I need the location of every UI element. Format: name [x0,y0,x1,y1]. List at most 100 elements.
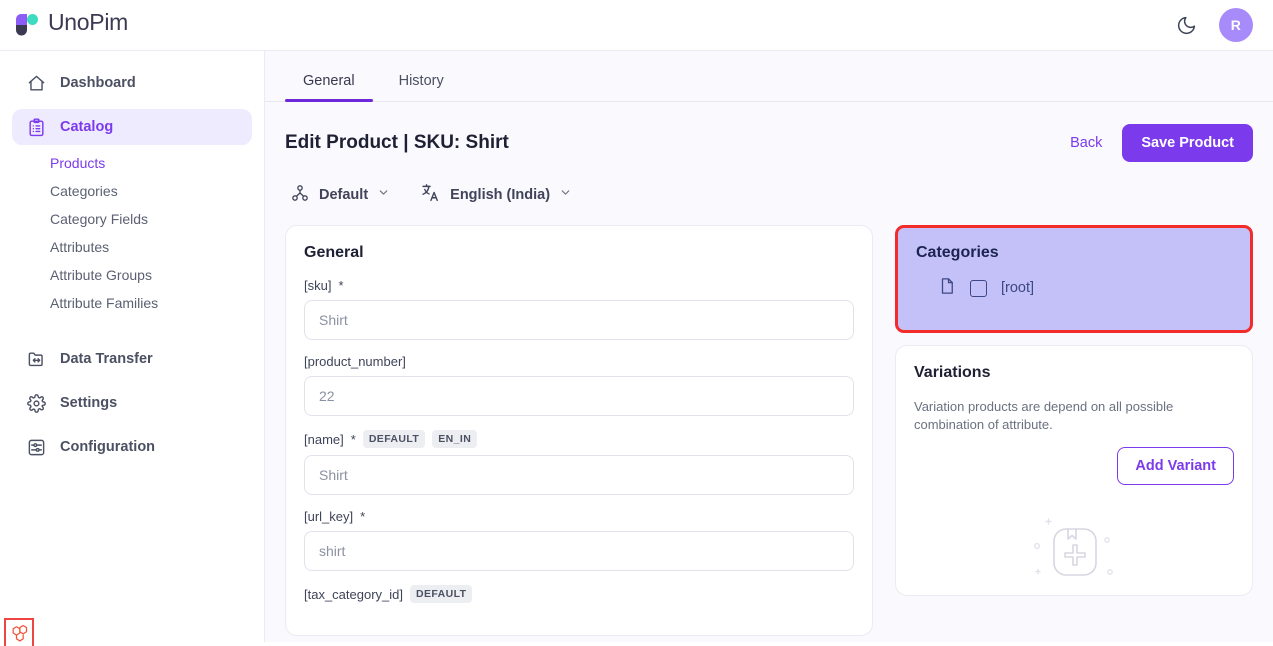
sidebar-item-attribute-families[interactable]: Attribute Families [0,289,264,317]
sidebar-item-label: Settings [60,395,117,411]
field-label-text: [url_key] [304,509,353,524]
scope-selectors: Default English (India) [265,162,1273,207]
sidebar-item-categories[interactable]: Categories [0,177,264,205]
sidebar-item-dashboard[interactable]: Dashboard [12,65,252,101]
scope-badge-default: DEFAULT [363,430,425,448]
subnav-label: Attribute Groups [50,267,152,283]
sidebar-item-catalog[interactable]: Catalog [12,109,252,145]
tab-general[interactable]: General [285,73,373,101]
field-label: [sku] * [304,278,854,293]
subnav-label: Attributes [50,239,109,255]
gear-icon [26,393,46,413]
field-sku: [sku] * [304,278,854,340]
product-number-input[interactable] [304,376,854,416]
add-variant-button[interactable]: Add Variant [1117,447,1234,485]
subnav-label: Category Fields [50,211,148,227]
page-header: Edit Product | SKU: Shirt Back Save Prod… [265,102,1273,162]
general-card: General [sku] * [product_number] [285,225,873,636]
clipboard-list-icon [26,117,46,137]
catalog-subnav: Products Categories Category Fields Attr… [0,149,264,317]
field-label: [name] * DEFAULT EN_IN [304,430,854,448]
transfer-folder-icon [26,349,46,369]
brand-wordmark: UnoPim [48,10,173,41]
field-label-text: [tax_category_id] [304,587,403,602]
sidebar-item-label: Configuration [60,439,155,455]
sliders-icon [26,437,46,457]
translate-icon [420,182,441,207]
page-header-actions: Back Save Product [1070,124,1253,162]
page-title: Edit Product | SKU: Shirt [285,132,509,154]
category-label: [root] [1001,280,1034,296]
scope-badge-locale: EN_IN [432,430,477,448]
svg-text:UnoPim: UnoPim [48,10,128,35]
variations-card-title: Variations [914,364,1234,382]
sidebar-item-products[interactable]: Products [0,149,264,177]
field-label: [tax_category_id] DEFAULT [304,585,854,603]
sidebar-item-label: Data Transfer [60,351,153,367]
categories-card-title: Categories [916,244,1232,262]
categories-card: Categories [root] [895,225,1253,333]
field-label-text: [sku] [304,278,331,293]
category-tree-row-root[interactable]: [root] [916,276,1232,300]
field-product-number: [product_number] [304,354,854,416]
sidebar: Dashboard Catalog Products Categories Ca… [0,51,265,642]
left-column: General [sku] * [product_number] [285,225,873,636]
unopim-logo-icon [12,10,42,40]
sku-input[interactable] [304,300,854,340]
variations-actions: Add Variant [914,447,1234,485]
brand-logo[interactable]: UnoPim [12,10,173,41]
variations-card: Variations Variation products are depend… [895,345,1253,596]
variations-empty-state [914,485,1234,595]
add-package-icon [1028,513,1120,600]
tab-label: History [399,73,444,89]
sidebar-item-attribute-groups[interactable]: Attribute Groups [0,261,264,289]
required-marker: * [351,432,356,447]
chevron-down-icon [377,186,390,203]
top-bar-actions: R [1171,8,1253,42]
back-button[interactable]: Back [1070,135,1102,151]
subnav-label: Attribute Families [50,295,158,311]
channel-label: Default [319,187,368,203]
sidebar-item-settings[interactable]: Settings [12,385,252,421]
field-label-text: [product_number] [304,354,406,369]
channel-icon [290,183,310,207]
sidebar-item-attributes[interactable]: Attributes [0,233,264,261]
field-name: [name] * DEFAULT EN_IN [304,430,854,495]
top-bar: UnoPim R [0,0,1273,51]
channel-selector[interactable]: Default [290,183,390,207]
right-column: Categories [root] Variations Variation p… [895,225,1253,596]
sidebar-item-category-fields[interactable]: Category Fields [0,205,264,233]
general-card-title: General [304,244,854,262]
moon-icon[interactable] [1171,10,1201,40]
sidebar-item-configuration[interactable]: Configuration [12,429,252,465]
chevron-down-icon [559,186,572,203]
scope-badge-default: DEFAULT [410,585,472,603]
subnav-label: Products [50,155,105,171]
file-icon [938,276,956,300]
name-input[interactable] [304,455,854,495]
subnav-label: Categories [50,183,118,199]
home-icon [26,73,46,93]
required-marker: * [360,509,365,524]
nav-spacer [0,327,264,341]
field-label: [product_number] [304,354,854,369]
field-label: [url_key] * [304,509,854,524]
checkbox-icon[interactable] [970,280,987,297]
save-product-button[interactable]: Save Product [1122,124,1253,162]
sidebar-item-label: Dashboard [60,75,136,91]
avatar[interactable]: R [1219,8,1253,42]
content-columns: General [sku] * [product_number] [265,207,1273,636]
tab-label: General [303,73,355,89]
field-label-text: [name] [304,432,344,447]
tab-bar: General History [265,51,1273,102]
required-marker: * [338,278,343,293]
field-tax-category-id: [tax_category_id] DEFAULT [304,585,854,603]
sidebar-item-data-transfer[interactable]: Data Transfer [12,341,252,377]
locale-selector[interactable]: English (India) [420,182,572,207]
sidebar-item-label: Catalog [60,119,113,135]
locale-label: English (India) [450,187,550,203]
variations-description: Variation products are depend on all pos… [914,398,1234,433]
tab-history[interactable]: History [381,73,462,101]
url-key-input[interactable] [304,531,854,571]
field-url-key: [url_key] * [304,509,854,571]
